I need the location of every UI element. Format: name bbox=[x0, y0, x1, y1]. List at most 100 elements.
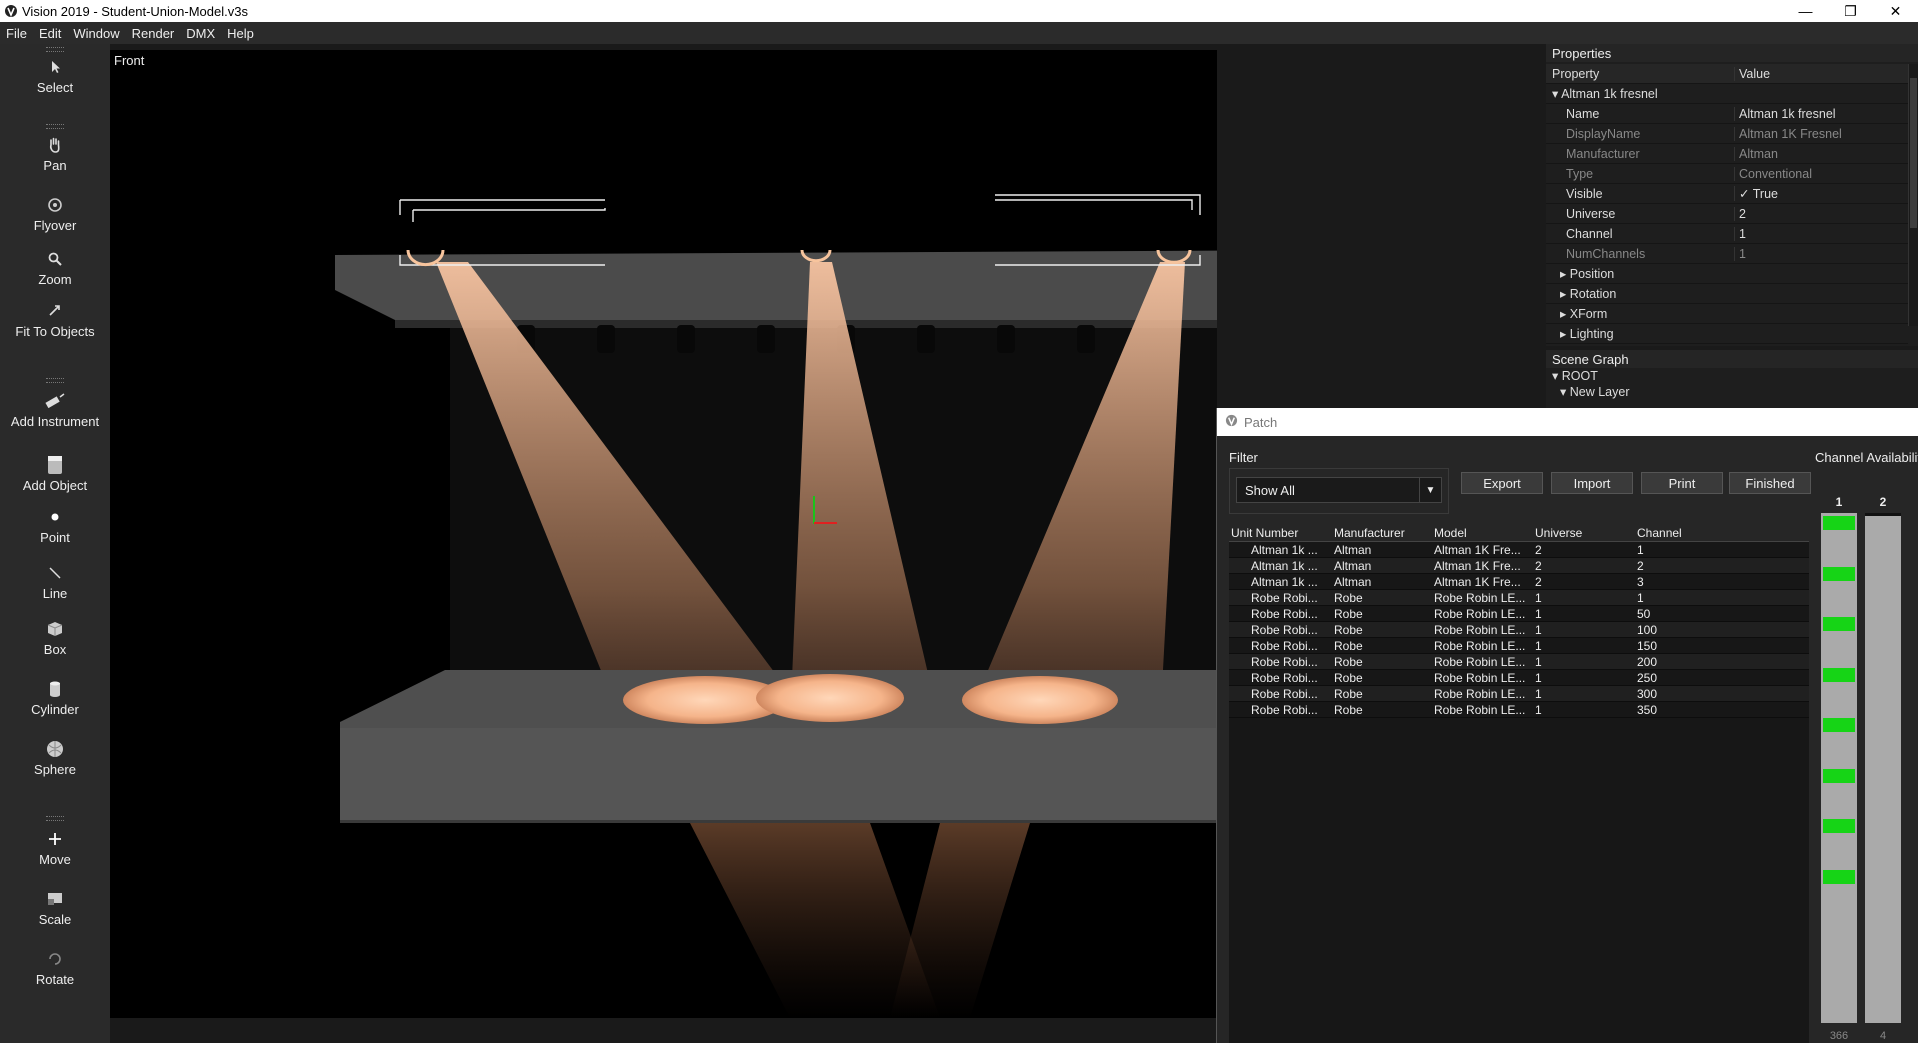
property-row[interactable]: Universe 2 bbox=[1546, 204, 1908, 224]
property-subgroup[interactable]: ▸ XForm bbox=[1546, 304, 1908, 324]
table-row[interactable]: Altman 1k ... Altman Altman 1K Fre... 2 2 bbox=[1229, 558, 1809, 574]
menu-edit[interactable]: Edit bbox=[33, 26, 67, 41]
property-row[interactable]: Name Altman 1k fresnel bbox=[1546, 104, 1908, 124]
magnifier-icon bbox=[0, 246, 110, 272]
viewport-label: Front bbox=[114, 53, 145, 68]
print-button[interactable]: Print bbox=[1641, 472, 1723, 494]
import-button[interactable]: Import bbox=[1551, 472, 1633, 494]
tool-scale[interactable]: Scale bbox=[0, 886, 110, 927]
scene-graph-panel: Scene Graph ▾ ROOT ▾ New Layer bbox=[1546, 350, 1918, 410]
table-row[interactable]: Robe Robi... Robe Robe Robin LE... 1 100 bbox=[1229, 622, 1809, 638]
minimize-button[interactable]: — bbox=[1783, 0, 1828, 22]
menu-dmx[interactable]: DMX bbox=[180, 26, 221, 41]
property-group[interactable]: ▾ Altman 1k fresnel bbox=[1546, 84, 1908, 104]
point-icon bbox=[0, 504, 110, 530]
tool-rotate[interactable]: Rotate bbox=[0, 946, 110, 987]
universe-2-free-count: 4 bbox=[1879, 1030, 1887, 1042]
toolbar-grip[interactable] bbox=[46, 378, 64, 383]
tool-box[interactable]: Box bbox=[0, 616, 110, 657]
tool-palette: Select Pan Flyover Zoom Fit To Objects A… bbox=[0, 44, 110, 1043]
table-row[interactable]: Altman 1k ... Altman Altman 1K Fre... 2 1 bbox=[1229, 542, 1809, 558]
flyover-icon bbox=[0, 192, 110, 218]
universe-1-availability-bar[interactable] bbox=[1821, 513, 1857, 1023]
tool-line[interactable]: Line bbox=[0, 560, 110, 601]
property-row[interactable]: NumChannels 1 bbox=[1546, 244, 1908, 264]
restore-button[interactable]: ❐ bbox=[1828, 0, 1873, 22]
sphere-icon bbox=[0, 736, 110, 762]
chevron-down-icon[interactable]: ▼ bbox=[1419, 478, 1441, 502]
property-row[interactable]: Channel 1 bbox=[1546, 224, 1908, 244]
cursor-icon bbox=[0, 54, 110, 80]
finished-button[interactable]: Finished bbox=[1729, 472, 1811, 494]
patch-window: Patch Filter Show All ▼ Export Import Pr… bbox=[1216, 408, 1918, 1043]
tool-add-object[interactable]: Add Object bbox=[0, 452, 110, 493]
patch-title-bar: Patch bbox=[1217, 408, 1918, 436]
tree-item-root[interactable]: ▾ ROOT bbox=[1546, 368, 1918, 384]
col-unit-number[interactable]: Unit Number bbox=[1229, 526, 1331, 540]
channel-availability-label: Channel Availability bbox=[1815, 450, 1918, 465]
toolbar-grip[interactable] bbox=[46, 124, 64, 129]
tool-add-instrument[interactable]: Add Instrument bbox=[0, 388, 110, 429]
line-icon bbox=[0, 560, 110, 586]
title-bar: Vision 2019 - Student-Union-Model.v3s — … bbox=[0, 0, 1918, 22]
universe-1-free-count: 366 bbox=[1829, 1030, 1849, 1042]
properties-title: Properties bbox=[1546, 44, 1918, 62]
patch-table: Unit Number Manufacturer Model Universe … bbox=[1229, 524, 1809, 1043]
properties-scrollbar[interactable] bbox=[1908, 64, 1918, 326]
tool-point[interactable]: Point bbox=[0, 504, 110, 545]
table-row[interactable]: Robe Robi... Robe Robe Robin LE... 1 50 bbox=[1229, 606, 1809, 622]
filter-select[interactable]: Show All ▼ bbox=[1236, 477, 1442, 503]
menu-window[interactable]: Window bbox=[67, 26, 125, 41]
app-logo-icon bbox=[0, 0, 22, 22]
col-manufacturer[interactable]: Manufacturer bbox=[1331, 526, 1431, 540]
3d-viewport[interactable]: Front bbox=[110, 50, 1217, 1018]
property-subgroup[interactable]: ▸ Position bbox=[1546, 264, 1908, 284]
col-model[interactable]: Model bbox=[1431, 526, 1532, 540]
property-subgroup[interactable]: ▸ Rotation bbox=[1546, 284, 1908, 304]
move-icon bbox=[0, 826, 110, 852]
used-channel-segment bbox=[1823, 819, 1855, 833]
filter-label: Filter bbox=[1229, 450, 1258, 465]
checkbox-icon[interactable]: ✓ bbox=[1739, 187, 1753, 201]
box-icon bbox=[0, 616, 110, 642]
menu-bar: File Edit Window Render DMX Help bbox=[0, 22, 1918, 44]
tool-sphere[interactable]: Sphere bbox=[0, 736, 110, 777]
tool-fit-to-objects[interactable]: Fit To Objects bbox=[0, 298, 110, 339]
col-universe[interactable]: Universe bbox=[1532, 526, 1634, 540]
table-row[interactable]: Robe Robi... Robe Robe Robin LE... 1 300 bbox=[1229, 686, 1809, 702]
property-row[interactable]: DisplayName Altman 1K Fresnel bbox=[1546, 124, 1908, 144]
property-subgroup[interactable]: ▸ Lighting bbox=[1546, 324, 1908, 344]
tool-select[interactable]: Select bbox=[0, 54, 110, 95]
tool-cylinder[interactable]: Cylinder bbox=[0, 676, 110, 717]
close-button[interactable]: ✕ bbox=[1873, 0, 1918, 22]
menu-file[interactable]: File bbox=[0, 26, 33, 41]
object-icon bbox=[0, 452, 110, 478]
tool-flyover[interactable]: Flyover bbox=[0, 192, 110, 233]
table-row[interactable]: Robe Robi... Robe Robe Robin LE... 1 1 bbox=[1229, 590, 1809, 606]
table-row[interactable]: Robe Robi... Robe Robe Robin LE... 1 150 bbox=[1229, 638, 1809, 654]
toolbar-grip[interactable] bbox=[46, 47, 64, 52]
table-row[interactable]: Robe Robi... Robe Robe Robin LE... 1 350 bbox=[1229, 702, 1809, 718]
table-row[interactable]: Robe Robi... Robe Robe Robin LE... 1 250 bbox=[1229, 670, 1809, 686]
universe-2-header: 2 bbox=[1879, 495, 1887, 509]
property-row[interactable]: Visible ✓ True bbox=[1546, 184, 1908, 204]
universe-2-availability-bar[interactable] bbox=[1865, 513, 1901, 1023]
toolbar-grip[interactable] bbox=[46, 816, 64, 821]
tool-move[interactable]: Move bbox=[0, 826, 110, 867]
col-channel[interactable]: Channel bbox=[1634, 526, 1809, 540]
property-row[interactable]: Manufacturer Altman bbox=[1546, 144, 1908, 164]
universe-1-header: 1 bbox=[1835, 495, 1843, 509]
table-row[interactable]: Robe Robi... Robe Robe Robin LE... 1 200 bbox=[1229, 654, 1809, 670]
table-row[interactable]: Altman 1k ... Altman Altman 1K Fre... 2 3 bbox=[1229, 574, 1809, 590]
rotate-icon bbox=[0, 946, 110, 972]
property-row[interactable]: Type Conventional bbox=[1546, 164, 1908, 184]
tree-item-new-layer[interactable]: ▾ New Layer bbox=[1546, 384, 1918, 400]
fit-icon bbox=[0, 298, 110, 324]
export-button[interactable]: Export bbox=[1461, 472, 1543, 494]
tool-zoom[interactable]: Zoom bbox=[0, 246, 110, 287]
menu-help[interactable]: Help bbox=[221, 26, 260, 41]
menu-render[interactable]: Render bbox=[126, 26, 181, 41]
scale-icon bbox=[0, 886, 110, 912]
properties-table: Property Value ▾ Altman 1k fresnel Name A… bbox=[1546, 64, 1908, 344]
tool-pan[interactable]: Pan bbox=[0, 132, 110, 173]
